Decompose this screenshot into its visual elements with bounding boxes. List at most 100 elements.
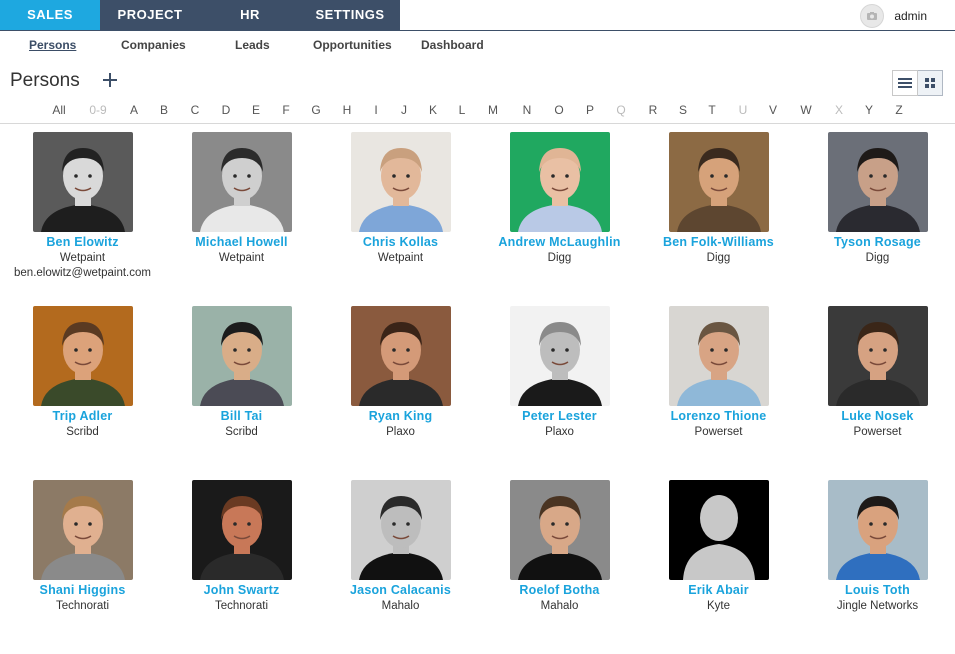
person-card[interactable]: Peter Lester Plaxo xyxy=(480,306,639,480)
person-name[interactable]: Tyson Rosage xyxy=(798,235,955,249)
person-name[interactable]: Ben Folk-Williams xyxy=(639,235,798,249)
subnav-opportunities[interactable]: Opportunities xyxy=(313,38,392,52)
alpha-filter-w[interactable]: W xyxy=(800,103,811,117)
person-card[interactable]: Ryan King Plaxo xyxy=(321,306,480,480)
person-card[interactable]: Chris Kollas Wetpaint xyxy=(321,132,480,306)
person-company: Scribd xyxy=(225,426,258,438)
person-name[interactable]: Shani Higgins xyxy=(3,583,162,597)
person-name[interactable]: Erik Abair xyxy=(639,583,798,597)
subnav-dashboard[interactable]: Dashboard xyxy=(421,38,484,52)
avatar[interactable] xyxy=(827,480,928,580)
avatar[interactable] xyxy=(191,480,292,580)
alpha-filter-b[interactable]: B xyxy=(160,103,168,117)
person-name[interactable]: Peter Lester xyxy=(480,409,639,423)
person-name[interactable]: Roelof Botha xyxy=(480,583,639,597)
person-name[interactable]: Andrew McLaughlin xyxy=(480,235,639,249)
person-card[interactable]: Tyson Rosage Digg xyxy=(798,132,955,306)
alpha-filter-z[interactable]: Z xyxy=(895,103,902,117)
alpha-filter-y[interactable]: Y xyxy=(865,103,873,117)
person-name[interactable]: John Swartz xyxy=(162,583,321,597)
alpha-filter-o[interactable]: O xyxy=(554,103,563,117)
person-name[interactable]: Trip Adler xyxy=(3,409,162,423)
avatar[interactable] xyxy=(32,306,133,406)
avatar[interactable] xyxy=(668,132,769,232)
avatar[interactable] xyxy=(509,306,610,406)
grid-view-button[interactable] xyxy=(918,70,943,96)
alpha-filter-all[interactable]: All xyxy=(52,103,65,117)
alpha-filter-d[interactable]: D xyxy=(222,103,231,117)
person-card[interactable]: Luke Nosek Powerset xyxy=(798,306,955,480)
avatar[interactable] xyxy=(350,306,451,406)
title-row: Persons xyxy=(10,70,118,92)
person-card[interactable]: Trip Adler Scribd xyxy=(3,306,162,480)
person-name[interactable]: Lorenzo Thione xyxy=(639,409,798,423)
subnav-companies[interactable]: Companies xyxy=(121,38,186,52)
tab-settings[interactable]: SETTINGS xyxy=(300,0,400,30)
alpha-filter-0-9: 0-9 xyxy=(89,103,107,117)
person-name[interactable]: Luke Nosek xyxy=(798,409,955,423)
person-name[interactable]: Jason Calacanis xyxy=(321,583,480,597)
avatar[interactable] xyxy=(32,480,133,580)
tab-hr[interactable]: HR xyxy=(200,0,300,30)
person-card[interactable]: Shani Higgins Technorati xyxy=(3,480,162,654)
alpha-filter-e[interactable]: E xyxy=(252,103,260,117)
alpha-filter-h[interactable]: H xyxy=(343,103,352,117)
avatar[interactable] xyxy=(827,306,928,406)
avatar[interactable] xyxy=(191,306,292,406)
alpha-filter-g[interactable]: G xyxy=(311,103,320,117)
person-company: Plaxo xyxy=(545,426,574,438)
person-card[interactable]: Andrew McLaughlin Digg xyxy=(480,132,639,306)
alpha-filter-j[interactable]: J xyxy=(401,103,407,117)
list-view-button[interactable] xyxy=(892,70,918,96)
person-name[interactable]: Louis Toth xyxy=(798,583,955,597)
tab-sales[interactable]: SALES xyxy=(0,0,100,30)
alpha-filter-r[interactable]: R xyxy=(649,103,658,117)
person-name[interactable]: Ryan King xyxy=(321,409,480,423)
alpha-filter-k[interactable]: K xyxy=(429,103,437,117)
person-name[interactable]: Michael Howell xyxy=(162,235,321,249)
person-card[interactable]: Louis Toth Jingle Networks xyxy=(798,480,955,654)
person-card[interactable]: Michael Howell Wetpaint xyxy=(162,132,321,306)
subnav-persons[interactable]: Persons xyxy=(29,38,76,52)
person-card[interactable]: Lorenzo Thione Powerset xyxy=(639,306,798,480)
avatar[interactable] xyxy=(509,480,610,580)
person-card[interactable]: Jason Calacanis Mahalo xyxy=(321,480,480,654)
alpha-filter-a[interactable]: A xyxy=(130,103,138,117)
user-menu[interactable]: admin xyxy=(860,4,927,28)
avatar[interactable] xyxy=(350,132,451,232)
person-card[interactable]: Bill Tai Scribd xyxy=(162,306,321,480)
person-card[interactable]: Erik Abair Kyte xyxy=(639,480,798,654)
person-name[interactable]: Ben Elowitz xyxy=(3,235,162,249)
alpha-filter-p[interactable]: P xyxy=(586,103,594,117)
avatar[interactable] xyxy=(668,306,769,406)
avatar[interactable] xyxy=(350,480,451,580)
subnav-leads[interactable]: Leads xyxy=(235,38,270,52)
person-card[interactable]: Roelof Botha Mahalo xyxy=(480,480,639,654)
avatar-placeholder-icon[interactable] xyxy=(668,480,769,580)
person-name[interactable]: Bill Tai xyxy=(162,409,321,423)
person-card[interactable]: Ben Elowitz Wetpaint ben.elowitz@wetpaint.… xyxy=(3,132,162,306)
alpha-filter-t[interactable]: T xyxy=(708,103,715,117)
person-card[interactable]: John Swartz Technorati xyxy=(162,480,321,654)
alpha-filter-v[interactable]: V xyxy=(769,103,777,117)
avatar[interactable] xyxy=(509,132,610,232)
person-name[interactable]: Chris Kollas xyxy=(321,235,480,249)
alpha-filter-l[interactable]: L xyxy=(459,103,466,117)
alpha-filter-s[interactable]: S xyxy=(679,103,687,117)
avatar[interactable] xyxy=(32,132,133,232)
alpha-filter-m[interactable]: M xyxy=(488,103,498,117)
avatar[interactable] xyxy=(191,132,292,232)
alpha-filter-c[interactable]: C xyxy=(191,103,200,117)
person-card[interactable]: Ben Folk-Williams Digg xyxy=(639,132,798,306)
alpha-filter-i[interactable]: I xyxy=(374,103,377,117)
alpha-filter-n[interactable]: N xyxy=(523,103,532,117)
person-company: Jingle Networks xyxy=(836,600,919,612)
persons-grid: Ben Elowitz Wetpaint ben.elowitz@wetpaint.… xyxy=(3,132,953,654)
top-bar: SALES PROJECT HR SETTINGS admin xyxy=(0,0,955,31)
add-person-button[interactable] xyxy=(102,71,118,91)
alpha-filter-f[interactable]: F xyxy=(282,103,289,117)
person-company: Mahalo xyxy=(540,600,579,612)
list-view-icon xyxy=(898,78,912,88)
avatar[interactable] xyxy=(827,132,928,232)
tab-project[interactable]: PROJECT xyxy=(100,0,200,30)
